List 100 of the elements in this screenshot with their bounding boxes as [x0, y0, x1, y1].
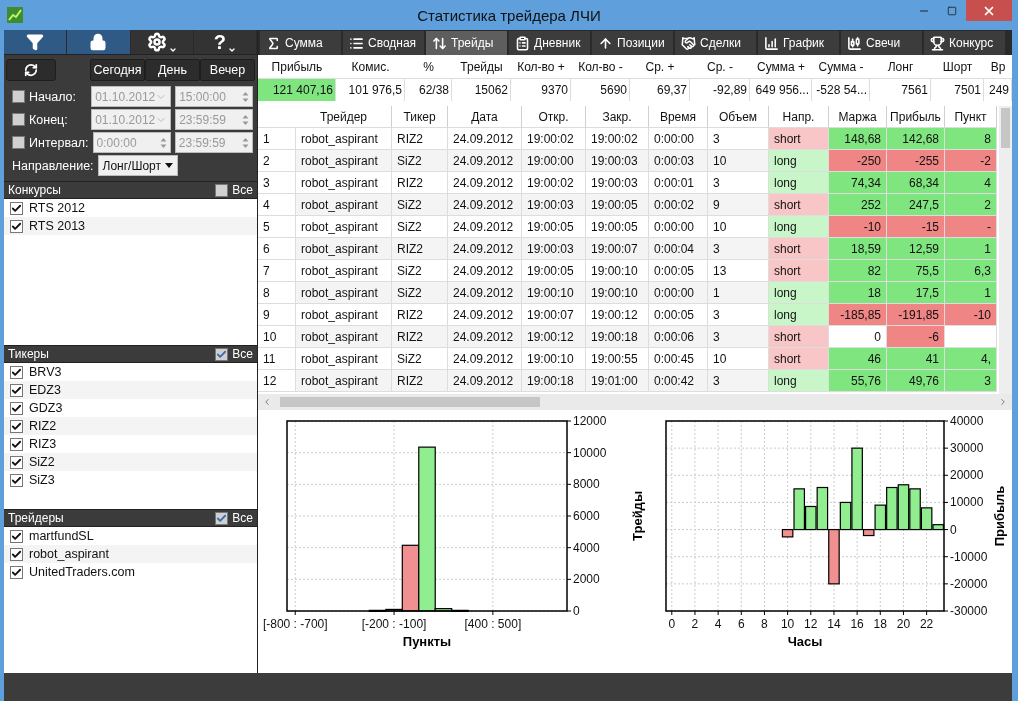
tick-label: -10000	[950, 549, 988, 564]
table-cell: 15062	[452, 78, 511, 101]
tick-label: 4	[714, 617, 722, 631]
table-cell: RIZ2	[392, 128, 448, 150]
table-cell: 10	[708, 216, 769, 238]
table-cell: 7561	[870, 78, 931, 101]
table-cell: 19:00:12	[586, 304, 649, 326]
table-cell: 0:00:00	[649, 216, 708, 238]
tick-label: 12	[804, 617, 818, 631]
table-cell: 252	[829, 194, 887, 216]
table-cell: 3	[708, 370, 769, 392]
table-cell: -	[945, 216, 997, 238]
column-header: Вр	[989, 58, 1007, 76]
tick-label: 2	[691, 617, 699, 631]
table-cell: robot_aspirant	[296, 194, 392, 216]
column-header: Лонг	[886, 58, 915, 76]
tick-label: [-200 : -100]	[361, 617, 427, 631]
table-cell: 19:00:05	[522, 260, 586, 282]
table-cell: SiZ2	[392, 216, 448, 238]
table-cell: 19:00:10	[586, 282, 649, 304]
table-cell: 649 956...	[750, 78, 812, 101]
column-header: Шорт	[941, 58, 974, 76]
table-cell: robot_aspirant	[296, 304, 392, 326]
table-cell: 10	[708, 348, 769, 370]
table-cell: 0:00:45	[649, 348, 708, 370]
table-cell: RIZ2	[392, 172, 448, 194]
column-header: %	[422, 58, 435, 76]
table-cell: 49,76	[887, 370, 945, 392]
table-cell: 68,34	[887, 172, 945, 194]
table-cell: 0:00:00	[649, 128, 708, 150]
table-cell: robot_aspirant	[296, 370, 392, 392]
row-number: 8	[258, 282, 296, 304]
table-cell: 19:00:03	[522, 238, 586, 260]
table-cell: -92,89	[690, 78, 750, 101]
table-cell: 24.09.2012	[448, 348, 522, 370]
table-cell: 24.09.2012	[448, 326, 522, 348]
tick-label: 2000	[573, 572, 600, 587]
table-cell: 24.09.2012	[448, 282, 522, 304]
table-cell: -10	[829, 216, 887, 238]
table-cell: 24.09.2012	[448, 304, 522, 326]
table-cell: 19:00:10	[522, 282, 586, 304]
checkbox-label: Все	[232, 511, 253, 525]
tick-label: 8	[761, 617, 768, 631]
table-cell: 3	[708, 326, 769, 348]
table-cell: 5690	[571, 78, 630, 101]
table-cell: 1	[945, 282, 997, 304]
table-cell: 18	[829, 282, 887, 304]
table-cell: robot_aspirant	[296, 128, 392, 150]
table-cell: 0:00:05	[649, 260, 708, 282]
table-cell: 82	[829, 260, 887, 282]
table-cell: robot_aspirant	[296, 172, 392, 194]
table-cell: -15	[887, 216, 945, 238]
row-number: 12	[258, 370, 296, 392]
row-number: 2	[258, 150, 296, 172]
table-cell: -10	[945, 304, 997, 326]
table-cell: SiZ2	[392, 348, 448, 370]
table-cell: -250	[829, 150, 887, 172]
tick-label: [-800 : -700]	[262, 617, 328, 631]
tick-label: 0	[573, 604, 580, 618]
row-number: 1	[258, 128, 296, 150]
table-cell: short	[769, 326, 829, 348]
tick-label: 40000	[950, 414, 984, 428]
table-cell: -6	[887, 326, 945, 348]
table-cell: 4	[945, 172, 997, 194]
table-cell: -2	[945, 150, 997, 172]
table-cell: robot_aspirant	[296, 150, 392, 172]
tick-label: [400 : 500]	[464, 617, 522, 631]
column-header: Сумма +	[755, 58, 806, 76]
table-cell: -185,85	[829, 304, 887, 326]
table-cell: 41	[887, 348, 945, 370]
table-cell: -191,85	[887, 304, 945, 326]
column-header: Прибыль	[270, 58, 324, 76]
group-title: Конкурсы	[8, 183, 61, 197]
field-label: Направление:	[12, 158, 94, 173]
table-cell: robot_aspirant	[296, 260, 392, 282]
table-cell: 8	[945, 128, 997, 150]
table-cell: 3	[708, 238, 769, 260]
table-cell: long	[769, 150, 829, 172]
tick-label: 12000	[573, 414, 607, 428]
table-cell: 19:00:02	[522, 172, 586, 194]
table-cell: 0:00:04	[649, 238, 708, 260]
field-label: Начало:	[29, 89, 78, 104]
field-label: Интервал:	[29, 135, 89, 150]
table-cell: 24.09.2012	[448, 370, 522, 392]
table-cell: 19:00:10	[586, 260, 649, 282]
table-cell: 24.09.2012	[448, 128, 522, 150]
table-cell: 2	[945, 194, 997, 216]
table-cell: 19:00:07	[522, 304, 586, 326]
table-cell: 6,3	[945, 260, 997, 282]
table-cell: 9370	[511, 78, 571, 101]
table-cell: robot_aspirant	[296, 326, 392, 348]
table-cell: long	[769, 216, 829, 238]
table-cell: 19:00:02	[586, 128, 649, 150]
table-cell: 24.09.2012	[448, 216, 522, 238]
table-cell: SiZ2	[392, 194, 448, 216]
axis-title: Пункты	[402, 634, 452, 649]
table-cell: 3	[708, 304, 769, 326]
table-cell: 3	[708, 172, 769, 194]
table-cell: 19:00:18	[586, 326, 649, 348]
row-number: 11	[258, 348, 296, 370]
